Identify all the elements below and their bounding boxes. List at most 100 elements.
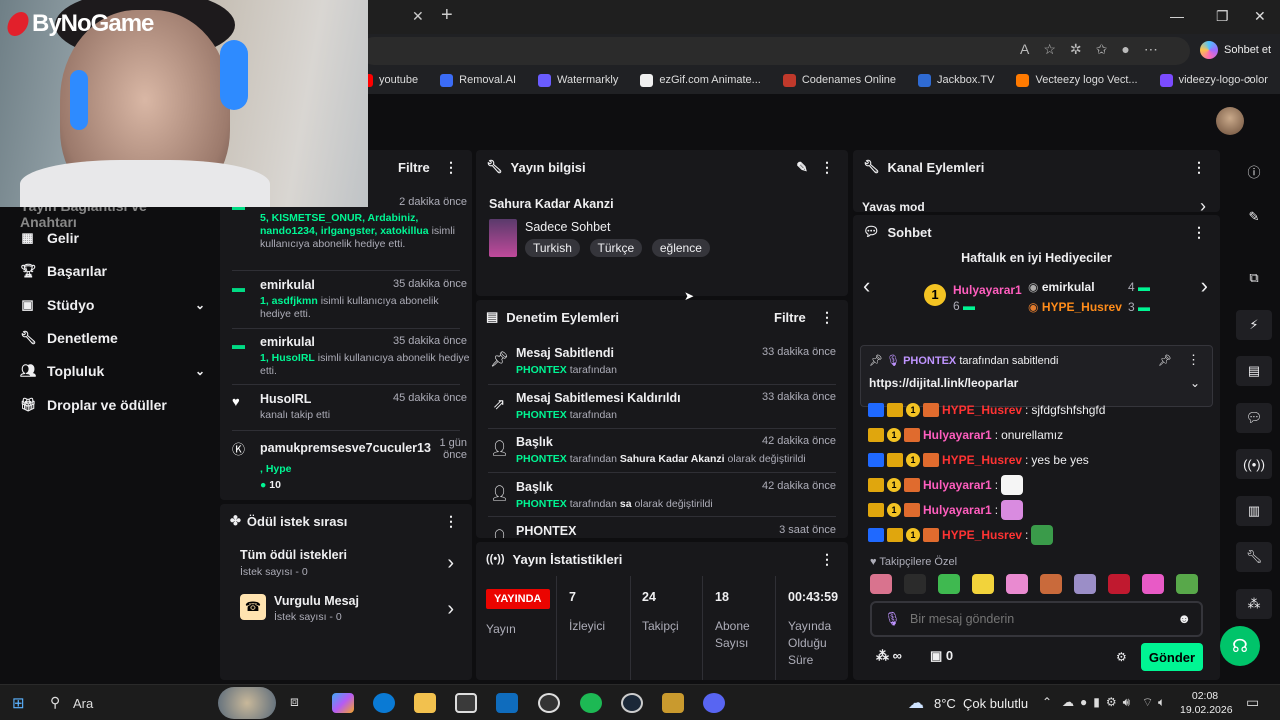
layout-icon[interactable]: ▥ [1236,496,1272,526]
info-icon[interactable]: ⓘ [1236,156,1272,186]
chat-username[interactable]: Hulyayarar1 [923,428,992,442]
support-headset-icon[interactable]: ☊ [1220,626,1260,666]
chat-badge-icon[interactable] [868,503,884,517]
chat-username[interactable]: HYPE_Husrev [942,453,1022,467]
chat-badge-icon[interactable] [887,403,903,417]
discord-icon[interactable] [703,693,725,713]
more-options-icon[interactable]: ⋮ [820,159,834,176]
emote-button[interactable] [1142,574,1164,594]
file-explorer-icon[interactable] [414,693,436,713]
points-icon[interactable]: ⁂ [1236,589,1272,619]
bookmark-item[interactable]: Removal.AI [440,73,516,87]
chat-username[interactable]: HYPE_Husrev [942,528,1022,542]
notes-icon[interactable]: ▤ [1236,356,1272,386]
chat-bubble-icon[interactable]: 💬︎ [1236,403,1272,433]
chat-badge-icon[interactable]: 1 [906,528,920,542]
chat-badge-icon[interactable]: 1 [887,478,901,492]
more-icon[interactable]: ⋯ [1144,41,1158,58]
steam-icon[interactable] [621,693,643,713]
channel-points[interactable]: ⁂ ∞ [876,648,902,664]
unpin-icon[interactable]: 📌︎ [1158,354,1172,367]
lightning-icon[interactable]: ⚡︎ [1236,310,1272,340]
taskbar-search[interactable]: Ara [73,696,93,711]
close-window-icon[interactable]: ✕ [1254,8,1266,25]
bookmark-item[interactable]: Vecteezy logo Vect... [1016,73,1138,87]
chevron-right-icon[interactable]: › [1201,273,1208,299]
chat-badge-icon[interactable] [887,528,903,542]
chat-badge-icon[interactable] [923,528,939,542]
user-avatar[interactable] [1216,107,1244,135]
emote-button[interactable] [870,574,892,594]
chat-settings-icon[interactable]: ⚙ [1116,650,1127,664]
bookmark-item[interactable]: Watermarkly [538,73,618,87]
task-view-icon[interactable]: ⧈ [290,693,312,713]
emote-button[interactable] [1176,574,1198,594]
all-reward-requests[interactable]: Tüm ödül istekleri İstek sayısı - 0 › [240,548,454,584]
minimize-icon[interactable]: — [1170,8,1184,24]
emote-button[interactable] [1040,574,1062,594]
sidebar-item-achievements[interactable]: 🏆︎ Başarılar [20,263,205,279]
more-options-icon[interactable]: ⋮ [1187,352,1200,368]
more-options-icon[interactable]: ⋮ [444,159,458,176]
emote-button[interactable] [1074,574,1096,594]
bookmark-item[interactable]: youtube [360,73,418,87]
wrench-icon[interactable]: 🔧︎ [1236,542,1272,572]
edge-icon[interactable] [373,693,395,713]
more-options-icon[interactable]: ⋮ [1192,159,1206,176]
copilot-button[interactable]: Sohbet et [1200,38,1271,62]
sidebar-item-drops[interactable]: 🎁︎ Droplar ve ödüller [20,397,205,413]
chat-emote[interactable] [1001,475,1024,495]
bookmark-item[interactable]: Jackbox.TV [918,73,994,87]
chat-badge-icon[interactable] [904,428,920,442]
extensions-icon[interactable]: ✲ [1070,41,1082,58]
tray-chevron-icon[interactable]: ⌃ [1042,695,1052,709]
obs-icon[interactable] [538,693,560,713]
edit-icon[interactable]: ✎ [1236,202,1272,232]
highlighted-message-reward[interactable]: ☎ Vurgulu Mesaj İstek sayısı - 0 › [240,594,454,630]
read-aloud-icon[interactable]: A [1020,41,1029,58]
store-icon[interactable] [455,693,477,713]
copilot-app-icon[interactable] [332,693,354,713]
favorites-icon[interactable]: ✩ [1096,41,1108,58]
sidebar-item-community[interactable]: 👥︎ Topluluk ⌄ [20,363,205,379]
chat-badge-icon[interactable] [923,453,939,467]
emote-button[interactable] [1108,574,1130,594]
slow-mode-item[interactable]: Yavaş mod [862,200,925,212]
mail-icon[interactable] [496,693,518,713]
spotify-icon[interactable] [580,693,602,713]
emote-button[interactable] [972,574,994,594]
chest-counter[interactable]: ▣ 0 [930,648,953,664]
tab-close-icon[interactable]: ✕ [412,8,424,25]
activity-filter-button[interactable]: Filtre [398,160,430,175]
volume-icon[interactable]: 🔈︎ [1158,695,1165,710]
chat-username[interactable]: Hulyayarar1 [923,478,992,492]
chat-emote[interactable] [1001,500,1024,520]
chat-badge-icon[interactable]: 1 [906,403,920,417]
emoji-picker-icon[interactable]: ☻ [1177,611,1191,626]
bookmark-item[interactable]: ezGif.com Animate... [640,73,761,87]
chat-badge-icon[interactable] [868,528,884,542]
chat-badge-icon[interactable] [868,453,884,467]
weather-text[interactable]: 8°C Çok bulutlu [934,696,1028,711]
sidebar-item-moderation[interactable]: 🔧︎ Denetleme [20,330,205,346]
chat-badge-icon[interactable] [904,503,920,517]
sidebar-item-studio[interactable]: ▣ Stüdyo ⌄ [20,297,205,313]
chat-badge-icon[interactable] [868,428,884,442]
new-tab-button[interactable]: + [441,4,453,27]
chat-badge-icon[interactable]: 1 [887,428,901,442]
tag[interactable]: eğlence [651,239,710,257]
chevron-down-icon[interactable]: ⌄ [1190,376,1200,390]
emote-button[interactable] [938,574,960,594]
chat-badge-icon[interactable] [904,478,920,492]
favorite-star-icon[interactable]: ☆ [1043,41,1056,58]
chat-badge-icon[interactable] [887,453,903,467]
sidebar-item-revenue[interactable]: ▦ Gelir [20,230,205,246]
maximize-icon[interactable]: ❐ [1216,8,1229,25]
more-options-icon[interactable]: ⋮ [820,309,834,326]
chat-emote[interactable] [1031,525,1054,545]
chat-username[interactable]: Hulyayarar1 [923,503,992,517]
profile-icon[interactable]: ● [1121,41,1129,58]
notifications-icon[interactable]: ▭ [1246,694,1259,711]
chevron-left-icon[interactable]: ‹ [863,273,870,299]
chat-badge-icon[interactable]: 1 [906,453,920,467]
